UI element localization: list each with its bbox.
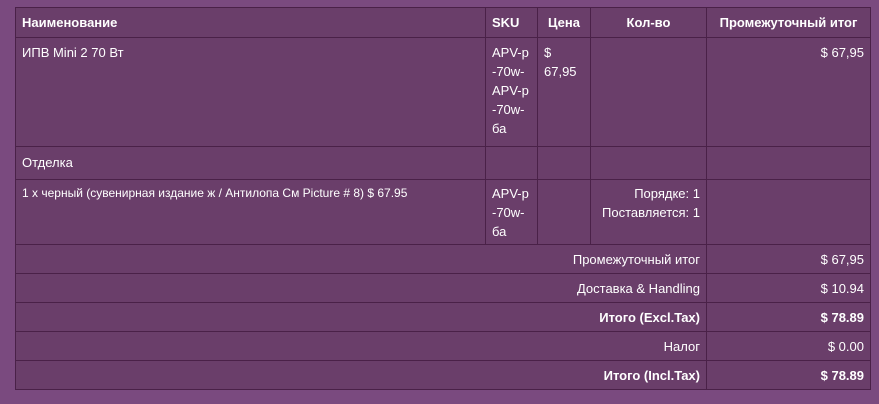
total-label: Налог — [15, 331, 707, 361]
table-row: Отделка — [15, 146, 871, 180]
empty-cell — [537, 179, 591, 245]
column-header-name: Наименование — [15, 7, 486, 38]
order-items-table: Наименование SKU Цена Кол-во Промежуточн… — [15, 7, 871, 390]
total-row-shipping: Доставка & Handling $ 10.94 — [15, 273, 871, 303]
order-items-panel: Наименование SKU Цена Кол-во Промежуточн… — [15, 7, 871, 390]
empty-cell — [706, 179, 871, 245]
column-header-subtotal: Промежуточный итог — [706, 7, 871, 38]
option-sku: APV-p-70w-ба — [485, 179, 538, 245]
total-label: Итого (Incl.Tax) — [15, 360, 707, 390]
table-row: 1 x черный (сувенирная издание ж / Антил… — [15, 179, 871, 245]
empty-cell — [537, 146, 591, 180]
column-header-qty: Кол-во — [590, 7, 707, 38]
item-qty — [590, 37, 707, 147]
total-value: $ 10.94 — [706, 273, 871, 303]
item-name: ИПВ Mini 2 70 Вт — [15, 37, 486, 147]
table-header-row: Наименование SKU Цена Кол-во Промежуточн… — [15, 7, 871, 38]
table-row: ИПВ Mini 2 70 Вт APV-p-70w-APV-p-70w-ба … — [15, 37, 871, 147]
item-sku: APV-p-70w-APV-p-70w-ба — [485, 37, 538, 147]
total-row-subtotal: Промежуточный итог $ 67,95 — [15, 244, 871, 274]
item-price: $ 67,95 — [537, 37, 591, 147]
total-value: $ 67,95 — [706, 244, 871, 274]
empty-cell — [706, 146, 871, 180]
total-label: Промежуточный итог — [15, 244, 707, 274]
total-value: $ 0.00 — [706, 331, 871, 361]
empty-cell — [485, 146, 538, 180]
option-qty: Порядке: 1 Поставляется: 1 — [590, 179, 707, 245]
total-row-excl-tax: Итого (Excl.Tax) $ 78.89 — [15, 302, 871, 332]
total-label: Итого (Excl.Tax) — [15, 302, 707, 332]
column-header-sku: SKU — [485, 7, 538, 38]
qty-ordered: Порядке: 1 — [634, 186, 700, 201]
total-row-incl-tax: Итого (Incl.Tax) $ 78.89 — [15, 360, 871, 390]
empty-cell — [590, 146, 707, 180]
option-name: 1 x черный (сувенирная издание ж / Антил… — [15, 179, 486, 245]
column-header-price: Цена — [537, 7, 591, 38]
item-subtotal: $ 67,95 — [706, 37, 871, 147]
total-label: Доставка & Handling — [15, 273, 707, 303]
total-row-tax: Налог $ 0.00 — [15, 331, 871, 361]
section-label: Отделка — [15, 146, 486, 180]
total-value: $ 78.89 — [706, 302, 871, 332]
total-value: $ 78.89 — [706, 360, 871, 390]
qty-shipped: Поставляется: 1 — [602, 205, 700, 220]
